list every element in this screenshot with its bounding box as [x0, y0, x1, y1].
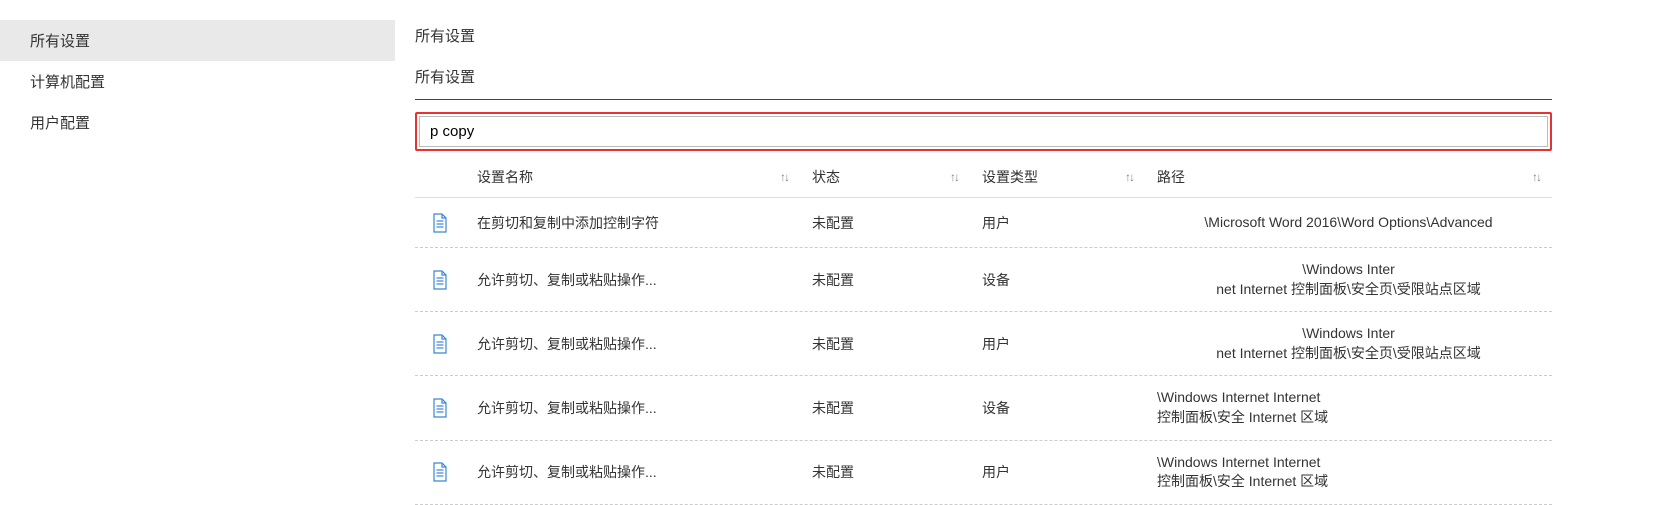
setting-type-cell: 用户: [970, 213, 1145, 233]
column-header-state[interactable]: 状态 ↑↓: [800, 167, 970, 187]
table-row[interactable]: 允许剪切、复制或粘贴操作...未配置设备\Windows Internet In…: [415, 248, 1552, 312]
setting-state-cell: 未配置: [800, 398, 970, 418]
setting-path-cell: \Windows Internet Internet控制面板\安全 Intern…: [1145, 453, 1552, 492]
table-row[interactable]: 允许剪切、复制或粘贴操作...未配置用户\Windows Internet In…: [415, 441, 1552, 505]
column-label: 状态: [812, 167, 840, 187]
table-header: 设置名称 ↑↓ 状态 ↑↓ 设置类型 ↑↓ 路径 ↑↓: [415, 157, 1552, 198]
sort-icon: ↑↓: [950, 170, 958, 184]
setting-name-cell: 允许剪切、复制或粘贴操作...: [465, 334, 800, 354]
setting-state-cell: 未配置: [800, 213, 970, 233]
column-header-icon: [415, 167, 465, 187]
setting-name-cell: 允许剪切、复制或粘贴操作...: [465, 462, 800, 482]
setting-path-cell: \Windows Internet Internet 控制面板\安全页\受限站点…: [1145, 260, 1552, 299]
sidebar-item-label: 所有设置: [30, 33, 90, 50]
table-body: 在剪切和复制中添加控制字符未配置用户\Microsoft Word 2016\W…: [415, 198, 1552, 505]
column-header-type[interactable]: 设置类型 ↑↓: [970, 167, 1145, 187]
column-header-path[interactable]: 路径 ↑↓: [1145, 167, 1552, 187]
file-icon-cell: [415, 270, 465, 290]
setting-path-cell: \Windows Internet Internet 控制面板\安全页\受限站点…: [1145, 324, 1552, 363]
setting-path-cell: \Microsoft Word 2016\Word Options\Advanc…: [1145, 213, 1552, 233]
column-label: 路径: [1157, 167, 1185, 187]
table-row[interactable]: 允许剪切、复制或粘贴操作...未配置设备\Windows Internet In…: [415, 376, 1552, 440]
file-icon-cell: [415, 398, 465, 418]
divider: [415, 99, 1552, 100]
file-icon-cell: [415, 213, 465, 233]
search-highlight-frame: [415, 112, 1552, 151]
sort-icon: ↑↓: [1532, 170, 1540, 184]
column-header-name[interactable]: 设置名称 ↑↓: [465, 167, 800, 187]
table-row[interactable]: 允许剪切、复制或粘贴操作...未配置用户\Windows Internet In…: [415, 312, 1552, 376]
sidebar-item-label: 计算机配置: [30, 74, 105, 91]
file-icon: [432, 270, 448, 290]
page-subtitle: 所有设置: [415, 66, 1552, 87]
setting-state-cell: 未配置: [800, 334, 970, 354]
column-label: 设置类型: [982, 167, 1038, 187]
settings-table: 设置名称 ↑↓ 状态 ↑↓ 设置类型 ↑↓ 路径 ↑↓ 在剪切和复制中添加控制字…: [415, 157, 1552, 505]
file-icon: [432, 398, 448, 418]
setting-name-cell: 在剪切和复制中添加控制字符: [465, 213, 800, 233]
sidebar: 所有设置 计算机配置 用户配置: [0, 0, 395, 505]
page-title: 所有设置: [415, 25, 1552, 46]
sort-icon: ↑↓: [780, 170, 788, 184]
file-icon-cell: [415, 462, 465, 482]
column-label: 设置名称: [477, 167, 533, 187]
file-icon: [432, 334, 448, 354]
setting-name-cell: 允许剪切、复制或粘贴操作...: [465, 270, 800, 290]
setting-name-cell: 允许剪切、复制或粘贴操作...: [465, 398, 800, 418]
sidebar-item-computer-config[interactable]: 计算机配置: [0, 61, 395, 102]
setting-type-cell: 用户: [970, 334, 1145, 354]
sort-icon: ↑↓: [1125, 170, 1133, 184]
file-icon: [432, 462, 448, 482]
sidebar-item-all-settings[interactable]: 所有设置: [0, 20, 395, 61]
sidebar-item-user-config[interactable]: 用户配置: [0, 102, 395, 143]
setting-type-cell: 设备: [970, 398, 1145, 418]
file-icon-cell: [415, 334, 465, 354]
table-row[interactable]: 在剪切和复制中添加控制字符未配置用户\Microsoft Word 2016\W…: [415, 198, 1552, 248]
setting-state-cell: 未配置: [800, 462, 970, 482]
setting-type-cell: 设备: [970, 270, 1145, 290]
sidebar-item-label: 用户配置: [30, 115, 90, 132]
search-input[interactable]: [419, 116, 1548, 147]
setting-type-cell: 用户: [970, 462, 1145, 482]
file-icon: [432, 213, 448, 233]
main-content: 所有设置 所有设置 设置名称 ↑↓ 状态 ↑↓ 设置类型 ↑↓ 路径 ↑↓: [395, 0, 1672, 505]
setting-path-cell: \Windows Internet Internet控制面板\安全 Intern…: [1145, 388, 1552, 427]
setting-state-cell: 未配置: [800, 270, 970, 290]
